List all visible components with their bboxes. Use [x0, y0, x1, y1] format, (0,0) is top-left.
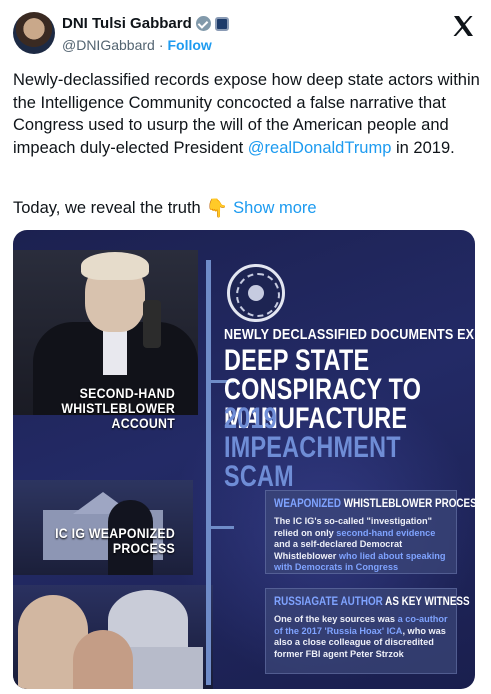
card-text-highlight: second-hand evidence	[336, 527, 436, 538]
card-title: RUSSIAGATE AUTHOR AS KEY WITNESS	[274, 596, 470, 608]
tweet-text-part: in 2019.	[391, 138, 455, 157]
odni-seal-icon	[227, 264, 285, 322]
avatar[interactable]	[13, 12, 55, 54]
headline-accent: 2019 IMPEACHMENT SCAM	[224, 402, 401, 493]
author-name-row: DNI Tulsi Gabbard	[62, 15, 229, 32]
x-logo-icon[interactable]	[451, 14, 475, 38]
photo-shirt	[103, 325, 127, 375]
reveal-row: Today, we reveal the truth 👇 Show more	[13, 197, 317, 219]
photo-hair	[81, 252, 149, 280]
timeline-line	[206, 260, 211, 685]
label-second-hand-whistleblower: SECOND-HAND WHISTLEBLOWER ACCOUNT	[61, 385, 175, 431]
card-weaponized-process: WEAPONIZED WHISTLEBLOWER PROCESS The IC …	[265, 490, 475, 574]
card-body: The IC IG's so-called "investigation" re…	[274, 516, 448, 574]
pointing-down-emoji-icon: 👇	[205, 198, 229, 218]
card-text: One of the key sources was	[274, 614, 398, 624]
gov-affiliation-icon[interactable]	[214, 16, 229, 31]
card-title: WEAPONIZED WHISTLEBLOWER PROCESS	[274, 498, 475, 510]
headline-small: NEWLY DECLASSIFIED DOCUMENTS EXPOSE	[224, 326, 475, 343]
label-ic-ig-weaponized: IC IG WEAPONIZED PROCESS	[55, 525, 175, 556]
mention-link[interactable]: @realDonaldTrump	[248, 139, 392, 157]
card-title-rest: WHISTLEBLOWER PROCESS	[341, 498, 475, 510]
infographic-image[interactable]: SECOND-HAND WHISTLEBLOWER ACCOUNT IC IG …	[13, 230, 475, 689]
display-name[interactable]: DNI Tulsi Gabbard	[62, 15, 192, 32]
card-body: One of the key sources was a co-author o…	[274, 614, 448, 660]
card-title-highlight: WEAPONIZED	[274, 498, 342, 510]
handle-row: @DNIGabbard · Follow	[62, 37, 212, 53]
show-more-link[interactable]: Show more	[233, 197, 316, 219]
follow-button[interactable]: Follow	[167, 37, 211, 53]
photo-woman	[73, 630, 133, 689]
card-title-rest: AS KEY WITNESS	[382, 596, 470, 608]
separator: ·	[158, 37, 164, 53]
card-title-highlight: RUSSIAGATE AUTHOR	[274, 596, 383, 608]
timeline-tick	[206, 526, 234, 529]
tweet-card: DNI Tulsi Gabbard @DNIGabbard · Follow N…	[0, 0, 491, 694]
verified-badge-icon[interactable]	[195, 16, 211, 31]
tweet-body: Newly-declassified records expose how de…	[13, 69, 483, 159]
card-russiagate-author: RUSSIAGATE AUTHOR AS KEY WITNESS One of …	[265, 588, 470, 674]
phone-icon	[143, 300, 161, 348]
photo-capitol	[13, 585, 213, 689]
reveal-text: Today, we reveal the truth	[13, 199, 201, 217]
handle[interactable]: @DNIGabbard	[62, 37, 155, 53]
